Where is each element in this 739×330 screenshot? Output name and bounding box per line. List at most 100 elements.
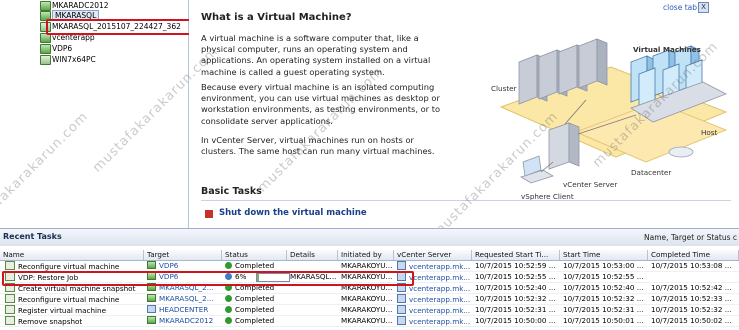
column-header-start-time[interactable]: Start Time: [560, 250, 648, 260]
task-vcenter[interactable]: vcenterapp.mk...: [409, 284, 470, 293]
task-requested-start: 10/7/2015 10:52:31 ...: [475, 305, 556, 314]
divider: [201, 200, 731, 201]
diagram-label-vcenter-server: vCenter Server: [563, 180, 618, 189]
task-status: Completed: [235, 261, 275, 270]
task-name: Reconfigure virtual machine: [18, 262, 120, 271]
task-initiated-by: MKARAKOYU...: [341, 305, 393, 314]
tree-item-win7x64pc[interactable]: WIN7x64PC: [40, 54, 96, 65]
task-target[interactable]: HEADCENTER: [159, 305, 208, 314]
task-start-time: 10/7/2015 10:52:55 ...: [563, 272, 644, 281]
completed-icon: [225, 262, 232, 269]
vcenter-paragraph: In vCenter Server, virtual machines run …: [201, 135, 435, 157]
task-completed-time: 10/7/2015 10:52:42 ...: [651, 283, 732, 292]
task-start-time: 10/7/2015 10:52:32 ...: [563, 294, 644, 303]
column-header-completed-time[interactable]: Completed Time: [648, 250, 739, 260]
table-row[interactable]: Register virtual machine HEADCENTER Comp…: [0, 305, 739, 316]
completed-icon: [225, 317, 232, 324]
task-start-time: 10/7/2015 10:52:31 ...: [563, 305, 644, 314]
task-details: [287, 261, 338, 271]
task-initiated-by: MKARAKOYU...: [341, 261, 393, 270]
task-name: Reconfigure virtual machine: [18, 295, 120, 304]
task-requested-start: 10/7/2015 10:52:59 ...: [475, 261, 556, 270]
task-details: [287, 305, 338, 315]
task-vcenter[interactable]: vcenterapp.mk...: [409, 317, 470, 326]
table-header: Name Target Status Details Initiated by …: [0, 250, 739, 261]
task-vcenter[interactable]: vcenterapp.mk...: [409, 262, 470, 271]
tree-item-label: WIN7x64PC: [52, 55, 96, 64]
task-filter-label[interactable]: Name, Target or Status c: [644, 233, 737, 242]
vm-icon: [40, 1, 51, 11]
task-details: [287, 294, 338, 304]
recent-tasks-table: Name Target Status Details Initiated by …: [0, 250, 739, 330]
table-row[interactable]: Remove snapshot MKARADC2012 Completed MK…: [0, 316, 739, 327]
column-header-initiated-by[interactable]: Initiated by: [338, 250, 394, 260]
vcenter-icon: [397, 316, 406, 325]
task-target[interactable]: MKARADC2012: [159, 316, 213, 325]
task-initiated-by: MKARAKOYU...: [341, 294, 393, 303]
task-icon: [5, 261, 15, 270]
task-vcenter[interactable]: vcenterapp.mk...: [409, 295, 470, 304]
vcenter-icon: [397, 294, 406, 303]
task-initiated-by: MKARAKOYU...: [341, 316, 393, 325]
panel-title: What is a Virtual Machine?: [201, 12, 352, 23]
close-tab-link[interactable]: close tab: [663, 3, 697, 12]
task-icon: [5, 316, 15, 325]
completed-icon: [225, 306, 232, 313]
task-details: [287, 316, 338, 326]
column-header-requested-start[interactable]: Requested Start Ti...: [472, 250, 560, 260]
vm-icon: [147, 316, 156, 324]
vm-icon: [40, 55, 51, 65]
task-completed-time: 10/7/2015 10:53:08 ...: [651, 261, 732, 270]
tree-item-label: MKARADC2012: [52, 1, 109, 10]
task-target[interactable]: VDP6: [159, 261, 178, 270]
task-status: Completed: [235, 316, 275, 325]
highlight-box: [46, 19, 192, 35]
column-header-vcenter-server[interactable]: vCenter Server: [394, 250, 472, 260]
table-row[interactable]: Reconfigure virtual machine MKARASQL_2..…: [0, 294, 739, 305]
shutdown-vm-link[interactable]: Shut down the virtual machine: [219, 208, 367, 218]
task-requested-start: 10/7/2015 10:50:00 ...: [475, 316, 556, 325]
task-requested-start: 10/7/2015 10:52:55 ...: [475, 272, 556, 281]
tree-item-label: VDP6: [52, 44, 73, 53]
diagram-label-virtual-machines: Virtual Machines: [633, 45, 701, 54]
intro-paragraph: A virtual machine is a software computer…: [201, 33, 431, 77]
host-icon: [147, 305, 156, 313]
vm-icon: [147, 261, 156, 269]
recent-tasks-title: Recent Tasks: [3, 232, 62, 241]
diagram-label-host: Host: [701, 128, 718, 137]
tree-item-vdp6[interactable]: VDP6: [40, 43, 73, 54]
diagram-label-cluster: Cluster: [491, 84, 517, 93]
vm-icon: [40, 44, 51, 54]
task-requested-start: 10/7/2015 10:52:40 ...: [475, 283, 556, 292]
task-icon: [5, 294, 15, 303]
task-completed-time: 10/7/2015 10:52:32 ...: [651, 305, 732, 314]
isolation-paragraph: Because every virtual machine is an isol…: [201, 82, 441, 126]
recent-tasks-header: Recent Tasks Name, Target or Status c: [0, 228, 739, 247]
task-start-time: 10/7/2015 10:52:40 ...: [563, 283, 644, 292]
task-vcenter[interactable]: vcenterapp.mk...: [409, 306, 470, 315]
vm-diagram: Virtual Machines Cluster Host Datacenter…: [481, 12, 731, 202]
vcenter-icon: [397, 305, 406, 314]
highlight-box: [2, 271, 414, 286]
task-completed-time: [648, 272, 739, 282]
column-header-name[interactable]: Name: [0, 250, 144, 260]
vcenter-icon: [397, 261, 406, 270]
shutdown-icon: [205, 210, 213, 218]
column-header-details[interactable]: Details: [287, 250, 338, 260]
task-target[interactable]: MKARASQL_2...: [159, 294, 214, 303]
completed-icon: [225, 295, 232, 302]
task-completed-time: 10/7/2015 10:52:33 ...: [651, 294, 732, 303]
diagram-label-datacenter: Datacenter: [631, 168, 672, 177]
task-completed-time: 10/7/2015 10:50:02 ...: [651, 316, 732, 325]
task-vcenter[interactable]: vcenterapp.mk...: [409, 273, 470, 282]
vm-icon: [147, 294, 156, 302]
basic-tasks-heading: Basic Tasks: [201, 186, 262, 197]
task-requested-start: 10/7/2015 10:52:32 ...: [475, 294, 556, 303]
task-name: Register virtual machine: [18, 306, 107, 315]
column-header-target[interactable]: Target: [144, 250, 222, 260]
column-header-status[interactable]: Status: [222, 250, 287, 260]
task-start-time: 10/7/2015 10:50:01 ...: [563, 316, 644, 325]
task-status: Completed: [235, 305, 275, 314]
vm-diagram-illustration: [499, 38, 728, 184]
task-start-time: 10/7/2015 10:53:00 ...: [563, 261, 644, 270]
